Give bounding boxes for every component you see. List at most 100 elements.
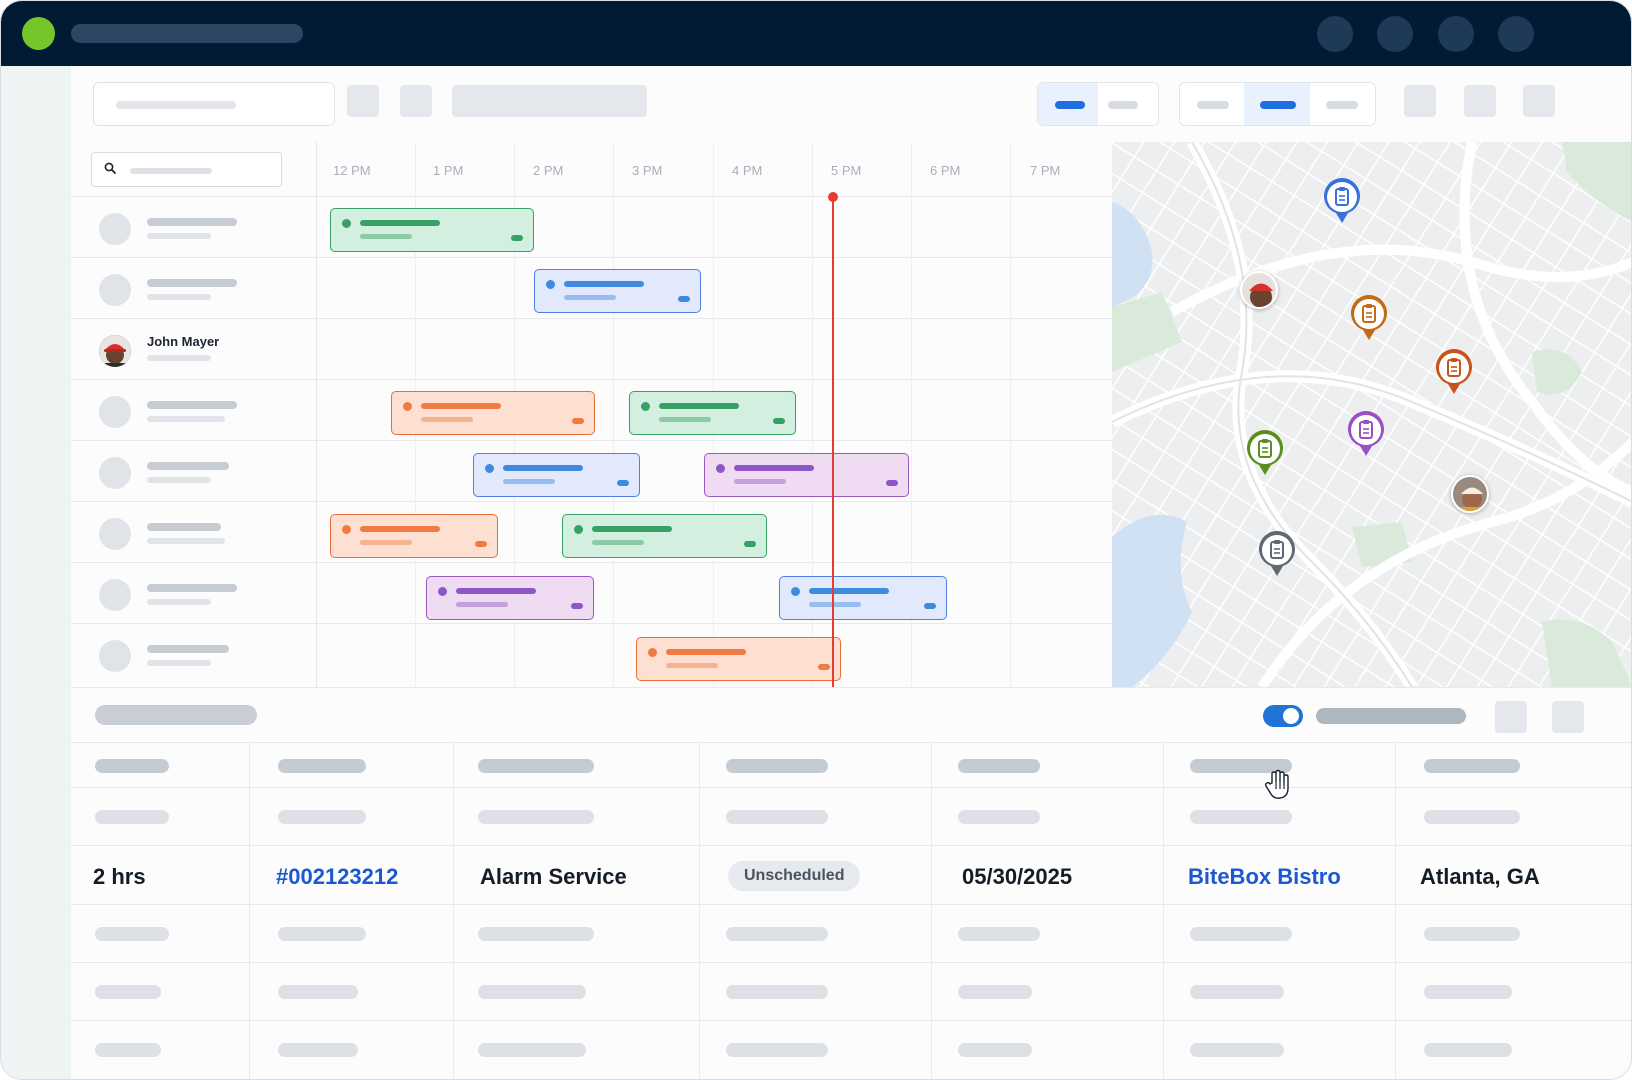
technician-search-input[interactable] <box>91 152 282 187</box>
view-toggle-switch[interactable] <box>1263 705 1303 727</box>
job-block[interactable] <box>562 514 767 558</box>
hour-label: 1 PM <box>433 163 464 178</box>
job-block[interactable] <box>330 514 498 558</box>
nav-icon-button[interactable] <box>1438 16 1474 52</box>
technician-detail-placeholder <box>147 355 211 361</box>
brand-logo[interactable] <box>22 17 55 50</box>
toolbar-action-button[interactable] <box>1404 85 1436 117</box>
clipboard-icon[interactable] <box>1322 177 1362 225</box>
clipboard-icon[interactable] <box>1257 530 1297 578</box>
table-cell <box>1395 963 1631 1020</box>
panel-action-button[interactable] <box>1495 701 1527 733</box>
customer-link[interactable]: BiteBox Bistro <box>1188 864 1341 890</box>
job-block[interactable] <box>636 637 841 681</box>
toggle-knob <box>1283 708 1299 724</box>
hand-cursor-icon <box>1264 769 1289 799</box>
prev-button[interactable] <box>347 85 379 117</box>
column-header[interactable] <box>249 743 453 787</box>
hour-label: 4 PM <box>732 163 763 178</box>
clipboard-icon[interactable] <box>1245 429 1285 477</box>
view-option[interactable] <box>1098 83 1158 125</box>
range-option-selected[interactable] <box>1244 83 1310 125</box>
job-title-line <box>421 403 501 409</box>
technician-avatar <box>99 335 131 367</box>
table-cell <box>1395 1021 1631 1079</box>
table-cell <box>699 788 931 845</box>
table-row[interactable] <box>71 904 1631 962</box>
column-header[interactable] <box>71 743 249 787</box>
table-row[interactable] <box>71 1020 1631 1079</box>
option-label-line <box>1108 101 1138 109</box>
header-label-placeholder <box>1424 759 1520 773</box>
job-tag <box>924 603 936 609</box>
user-avatar-button[interactable] <box>1498 16 1534 52</box>
nav-icon-button[interactable] <box>1377 16 1413 52</box>
column-header[interactable] <box>453 743 699 787</box>
cell-placeholder <box>1424 1043 1512 1057</box>
job-status-dot <box>403 402 412 411</box>
job-block[interactable] <box>473 453 640 497</box>
nav-icon-button[interactable] <box>1317 16 1353 52</box>
search-icon <box>104 162 116 174</box>
job-tag <box>617 480 629 486</box>
cell-placeholder <box>278 927 366 941</box>
table-row[interactable] <box>71 787 1631 845</box>
job-block[interactable] <box>426 576 594 620</box>
table-row[interactable] <box>71 962 1631 1020</box>
job-detail-line <box>809 602 861 607</box>
job-block[interactable] <box>629 391 796 435</box>
job-block[interactable] <box>534 269 701 313</box>
job-status-dot <box>791 587 800 596</box>
technician-location-avatar[interactable] <box>1451 475 1489 513</box>
clipboard-icon[interactable] <box>1349 294 1389 342</box>
toolbar-action-button[interactable] <box>1464 85 1496 117</box>
job-title-line <box>503 465 583 471</box>
column-header[interactable] <box>699 743 931 787</box>
table-cell <box>699 905 931 962</box>
cell-placeholder <box>1190 985 1284 999</box>
job-block[interactable] <box>391 391 595 435</box>
job-detail-line <box>360 234 412 239</box>
cell-placeholder <box>95 985 161 999</box>
toolbar-search-input[interactable] <box>93 82 335 126</box>
option-label-line <box>1197 101 1229 109</box>
job-detail-line <box>734 479 786 484</box>
avatar <box>99 640 131 672</box>
job-title-line <box>456 588 536 594</box>
column-header[interactable] <box>1395 743 1631 787</box>
range-option[interactable] <box>1310 83 1375 125</box>
job-number-link[interactable]: #002123212 <box>276 864 398 890</box>
job-title-line <box>734 465 814 471</box>
view-option-selected[interactable] <box>1038 83 1098 125</box>
date-range-selector[interactable] <box>452 85 647 117</box>
technician-location-avatar[interactable] <box>1240 271 1278 309</box>
job-duration: 2 hrs <box>93 864 146 889</box>
cell-placeholder <box>1424 985 1512 999</box>
table-cell <box>931 905 1163 962</box>
dispatch-map[interactable] <box>1112 142 1631 687</box>
job-block[interactable] <box>330 208 534 252</box>
job-status-dot <box>716 464 725 473</box>
range-option[interactable] <box>1180 83 1244 125</box>
column-header[interactable] <box>931 743 1163 787</box>
toolbar-action-button[interactable] <box>1523 85 1555 117</box>
table-cell <box>931 963 1163 1020</box>
job-block[interactable] <box>779 576 947 620</box>
clipboard-icon[interactable] <box>1346 410 1386 458</box>
job-location: Atlanta, GA <box>1420 864 1540 889</box>
table-cell <box>71 788 249 845</box>
job-status-dot <box>342 219 351 228</box>
next-button[interactable] <box>400 85 432 117</box>
job-status-dot <box>485 464 494 473</box>
technician-name: John Mayer <box>147 334 220 349</box>
table-cell <box>249 905 453 962</box>
technician-row-john-mayer[interactable]: John Mayer <box>71 319 1112 380</box>
option-label-line <box>1260 101 1297 109</box>
job-block[interactable] <box>704 453 909 497</box>
panel-action-button[interactable] <box>1552 701 1584 733</box>
cell-placeholder <box>958 810 1040 824</box>
cell-placeholder <box>278 985 358 999</box>
clipboard-icon[interactable] <box>1434 348 1474 396</box>
job-detail-line <box>592 540 644 545</box>
table-row-selected-job[interactable]: 2 hrs #002123212 Alarm Service Unschedul… <box>71 845 1631 904</box>
